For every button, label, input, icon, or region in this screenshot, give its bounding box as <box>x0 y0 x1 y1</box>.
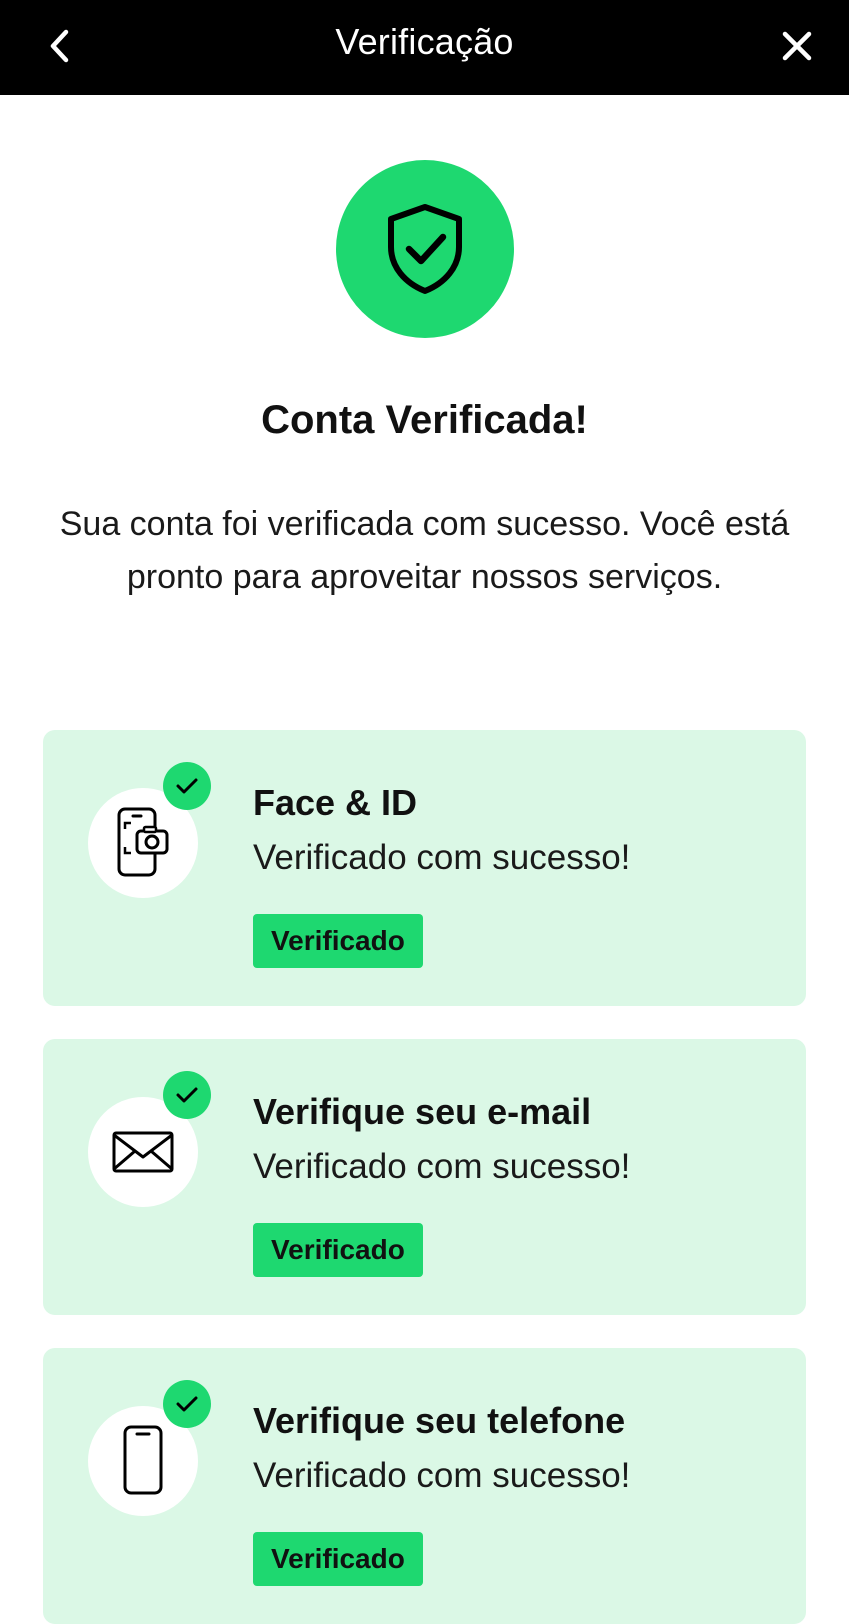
card-status-text: Verificado com sucesso! <box>253 1456 631 1495</box>
check-badge <box>163 762 211 810</box>
verified-badge: Verificado <box>253 914 423 968</box>
success-description: Sua conta foi verificada com sucesso. Vo… <box>59 505 790 596</box>
card-title: Verifique seu telefone <box>253 1400 626 1441</box>
close-button[interactable] <box>771 20 823 72</box>
check-badge <box>163 1071 211 1119</box>
phone-icon <box>123 1425 163 1495</box>
close-icon <box>782 31 812 61</box>
card-status-text: Verificado com sucesso! <box>253 1147 631 1186</box>
verified-badge: Verificado <box>253 1532 423 1586</box>
face-id-phone-icon <box>117 807 169 877</box>
success-heading: Conta Verificada! <box>261 398 588 442</box>
check-icon <box>176 1087 198 1103</box>
top-bar: Verificação <box>0 0 849 95</box>
card-title: Verifique seu e-mail <box>253 1091 592 1132</box>
verification-card-face-id: Face & ID Verificado com sucesso! Verifi… <box>43 730 806 1006</box>
shield-check-icon <box>388 204 462 294</box>
page-title: Verificação <box>335 21 514 62</box>
check-badge <box>163 1380 211 1428</box>
verified-badge: Verificado <box>253 1223 423 1277</box>
verification-card-email: Verifique seu e-mail Verificado com suce… <box>43 1039 806 1315</box>
verification-card-phone: Verifique seu telefone Verificado com su… <box>43 1348 806 1624</box>
card-status-text: Verificado com sucesso! <box>253 838 631 877</box>
envelope-icon <box>112 1131 174 1173</box>
check-icon <box>176 1396 198 1412</box>
verified-shield-badge <box>336 160 514 338</box>
check-icon <box>176 778 198 794</box>
card-title: Face & ID <box>253 782 418 823</box>
